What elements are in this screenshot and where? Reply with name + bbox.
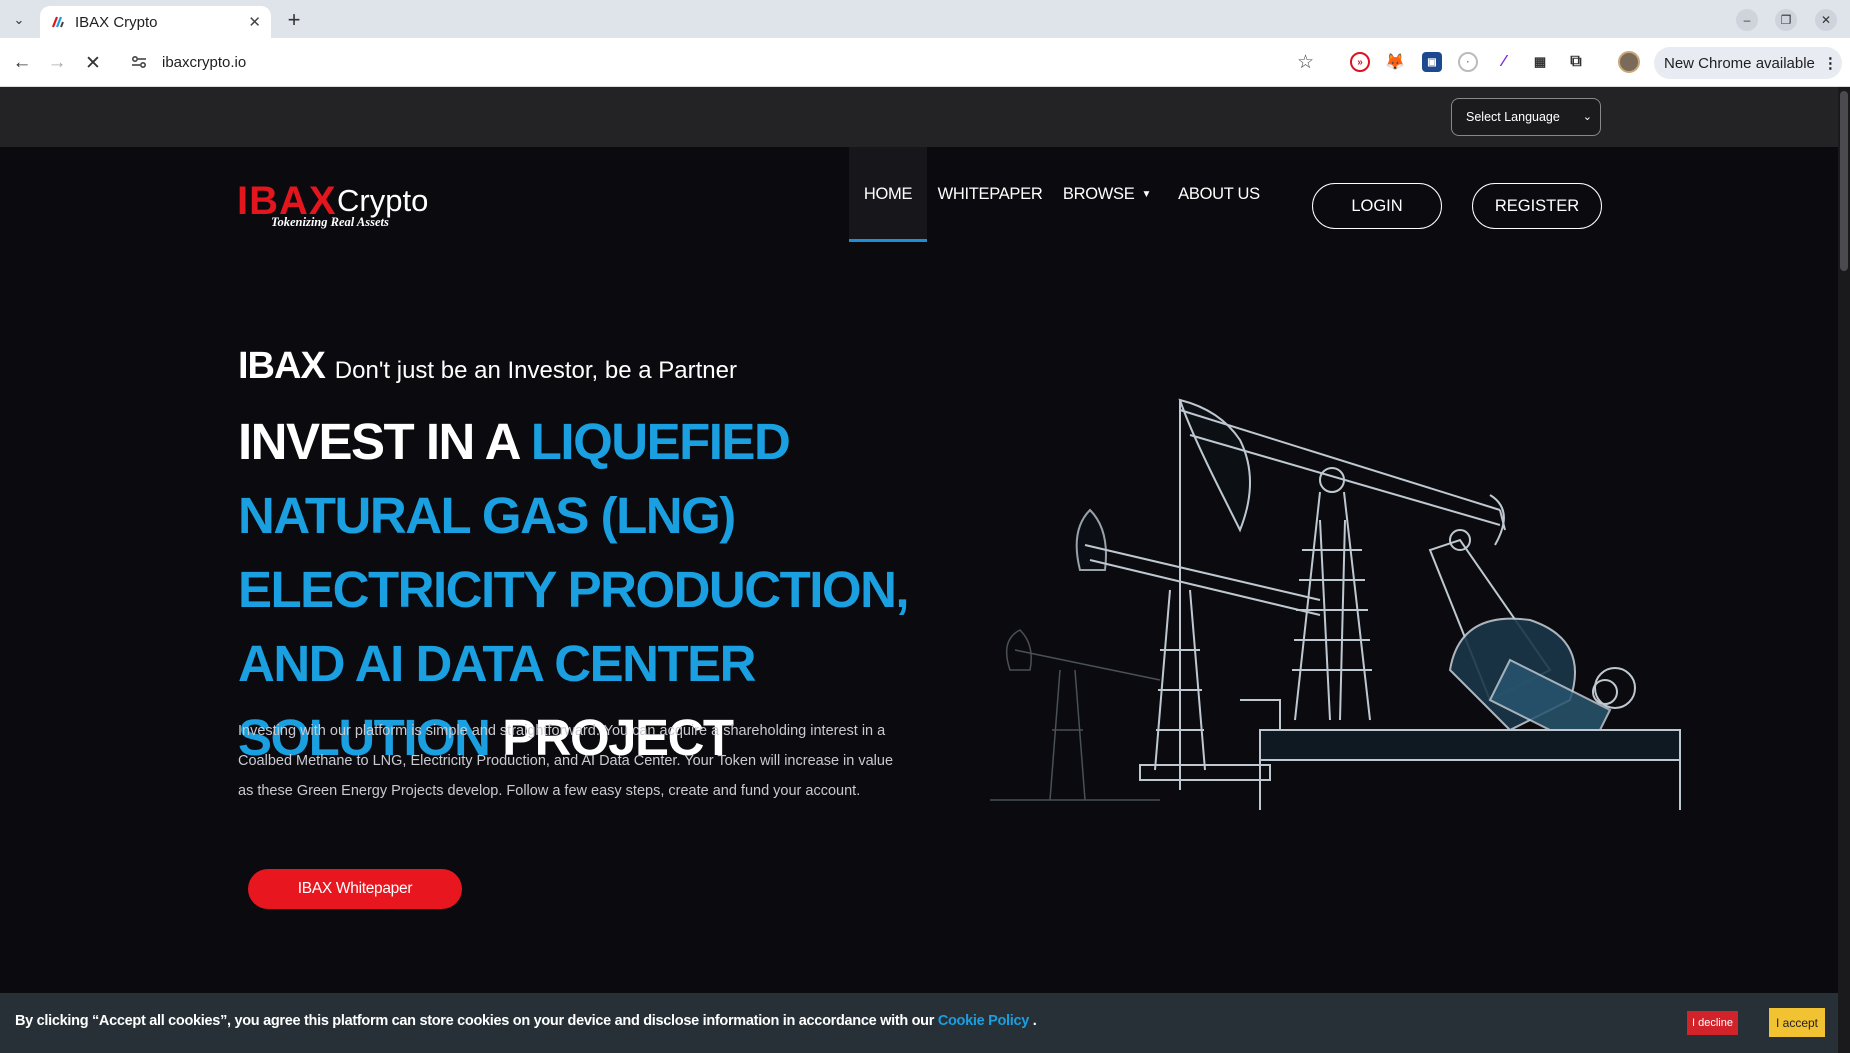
back-icon[interactable]: ← [9,50,35,76]
nav-about-us[interactable]: ABOUT US [1161,147,1277,242]
browser-tab[interactable]: IBAX Crypto ✕ [40,6,271,38]
headline-white-1: INVEST IN A [238,413,531,470]
cookie-text: By clicking “Accept all cookies”, you ag… [15,1013,938,1029]
chrome-update-label: New Chrome available [1664,54,1815,72]
extension-icon-1[interactable]: » [1350,52,1370,72]
site-info-icon[interactable] [130,53,148,71]
close-window-icon[interactable]: ✕ [1815,9,1837,31]
cookie-decline-button[interactable]: I decline [1687,1011,1738,1035]
ibax-favicon-icon [50,14,66,30]
new-tab-icon[interactable]: + [280,7,308,33]
bookmark-star-icon[interactable]: ☆ [1297,51,1314,74]
hero-kicker: IBAX Don't just be an Investor, be a Par… [238,345,737,388]
scrollbar-thumb[interactable] [1840,91,1848,271]
whitepaper-button[interactable]: IBAX Whitepaper [248,869,462,909]
feather-icon[interactable]: ∕ [1494,52,1514,72]
profile-avatar[interactable] [1618,51,1640,73]
browser-tabstrip: ⌄ IBAX Crypto ✕ + – ❐ ✕ [0,0,1850,38]
nav-browse[interactable]: BROWSE ▼ [1053,147,1161,242]
logo-brand-suffix: Crypto [337,183,429,218]
stop-loading-icon[interactable]: ✕ [80,50,106,76]
main-nav: HOME WHITEPAPER BROWSE ▼ ABOUT US [849,147,1277,242]
metamask-fox-icon[interactable]: 🦊 [1385,52,1405,72]
page-scrollbar[interactable] [1838,87,1850,1053]
hero-kicker-brand: IBAX [238,345,326,387]
forward-icon[interactable]: → [44,50,70,76]
browser-toolbar: ← → ✕ ibaxcrypto.io ☆ » 🦊 ▣ · ∕ ▦ ⧉ New … [0,38,1850,87]
hero-body: Investing with our platform is simple an… [238,723,894,799]
url-text[interactable]: ibaxcrypto.io [162,54,246,71]
puzzle-icon[interactable]: ⧉ [1566,52,1586,72]
language-bar: Select Language ⌄ [0,87,1838,147]
nav-whitepaper[interactable]: WHITEPAPER [927,147,1053,242]
login-button[interactable]: LOGIN [1312,183,1442,229]
restore-icon[interactable]: ❐ [1775,9,1797,31]
pumpjack-illustration [990,398,1681,810]
select-chevron-icon: ⌄ [1582,111,1592,123]
cookie-accept-button[interactable]: I accept [1769,1008,1825,1037]
nav-browse-label: BROWSE [1062,185,1135,203]
nav-home-label: HOME [863,185,913,203]
tab-title: IBAX Crypto [75,13,158,31]
more-menu-icon[interactable]: ⋮ [1823,54,1838,72]
nav-about-label: ABOUT US [1178,185,1260,203]
register-button[interactable]: REGISTER [1472,183,1602,229]
nav-home[interactable]: HOME [849,147,927,242]
address-bar[interactable]: ibaxcrypto.io [120,44,1340,80]
nav-whitepaper-label: WHITEPAPER [937,185,1043,203]
site-logo[interactable]: IBAX Crypto Tokenizing Real Assets [237,179,429,231]
tab-search-chevron-icon[interactable]: ⌄ [6,8,32,32]
extension-icon-3[interactable]: ▣ [1422,52,1442,72]
cookie-policy-link[interactable]: Cookie Policy [938,1013,1029,1029]
cookie-suffix: . [1029,1013,1037,1029]
tab-close-icon[interactable]: ✕ [248,13,261,31]
minimize-icon[interactable]: – [1736,9,1758,31]
logo-tagline: Tokenizing Real Assets [271,215,389,229]
extension-icon-4[interactable]: · [1458,52,1478,72]
language-select-value: Select Language [1466,110,1560,124]
hero-kicker-text: Don't just be an Investor, be a Partner [334,357,737,384]
cookie-message: By clicking “Accept all cookies”, you ag… [15,1013,1037,1029]
chrome-update-button[interactable]: New Chrome available ⋮ [1654,47,1842,79]
qr-icon[interactable]: ▦ [1530,52,1550,72]
caret-down-icon: ▼ [1141,189,1152,200]
cookie-consent-bar: By clicking “Accept all cookies”, you ag… [0,993,1838,1053]
language-select[interactable]: Select Language ⌄ [1451,98,1601,136]
page-viewport: Select Language ⌄ IBAX Crypto Tokenizing… [0,87,1850,1053]
